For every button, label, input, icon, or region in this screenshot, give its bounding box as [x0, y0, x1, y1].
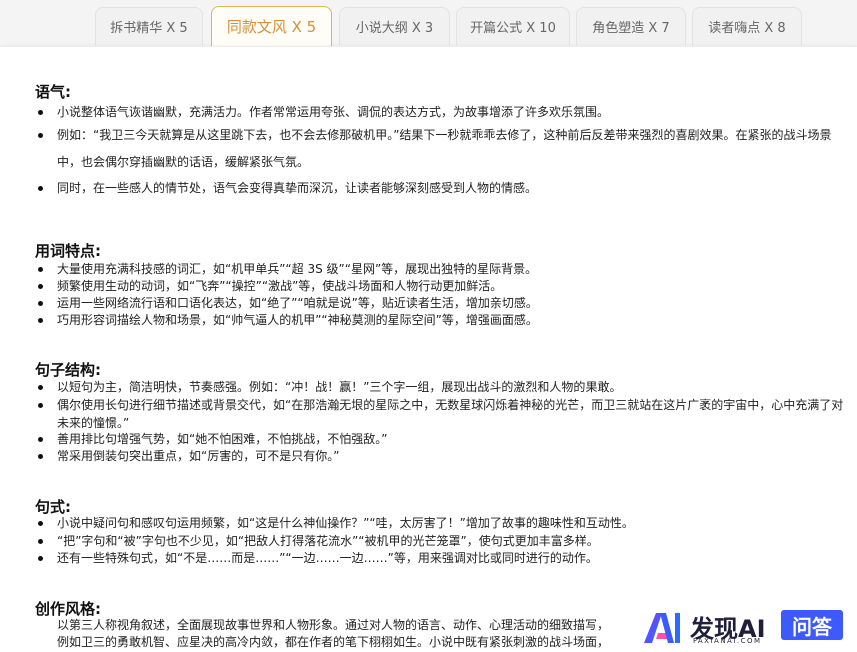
tab-opening-formula[interactable]: 开篇公式 X 10: [456, 7, 570, 45]
list-item: 同时，在一些感人的情节处，语气会变得真挚而深沉，让读者能够深刻感受到人物的情感。: [38, 179, 855, 197]
list-item: 常采用倒装句突出重点，如“厉害的，可不是只有你。”: [38, 447, 855, 465]
qa-badge: 问答: [781, 610, 843, 640]
brand-logo-icon: [644, 613, 680, 643]
tab-same-style[interactable]: 同款文风 X 5: [211, 6, 332, 46]
list-item: “把”字句和“被”字句也不少见，如“把敌人打得落花流水”“被机甲的光芒笼罩”，使…: [38, 532, 855, 550]
list-item: 善用排比句增强气势，如“她不怕困难，不怕挑战，不怕强敌。”: [38, 430, 855, 448]
list-item: 还有一些特殊句式，如“不是……而是……”“一边……一边……”等，用来强调对比或同…: [38, 549, 855, 567]
tab-label: 小说大纲 X 3: [355, 21, 434, 36]
section-title-sentence-structure: 句子结构:: [35, 361, 101, 379]
style-analysis-content: 语气: 小说整体语气诙谐幽默，充满活力。作者常常运用夸张、调侃的表达方式，为故事…: [0, 46, 857, 652]
list-item: 小说中疑问句和感叹句运用频繁，如“这是什么神仙操作？”“哇，太厉害了！”增加了故…: [38, 514, 855, 532]
section-title-word-choice: 用词特点:: [35, 242, 101, 260]
list-item: 例如卫三的勇敢机智、应星决的高冷内敛，都在作者的笔下栩栩如生。小说中既有紧张刺激…: [57, 633, 617, 651]
list-item: 小说整体语气诙谐幽默，充满活力。作者常常运用夸张、调侃的表达方式，为故事增添了许…: [38, 103, 855, 121]
tab-bar: 拆书精华 X 5 同款文风 X 5 小说大纲 X 3 开篇公式 X 10 角色塑…: [0, 0, 857, 46]
list-item: 运用一些网络流行语和口语化表达，如“绝了”“咱就是说”等，贴近读者生活，增加亲切…: [38, 294, 855, 312]
tab-label: 角色塑造 X 7: [592, 21, 670, 36]
tab-character-building[interactable]: 角色塑造 X 7: [576, 7, 686, 45]
tab-label: 读者嗨点 X 8: [708, 21, 786, 36]
list-item: 以短句为主，简洁明快，节奏感强。例如：“冲！战！赢！”三个字一组，展现出战斗的激…: [38, 378, 855, 396]
list-item: 以第三人称视角叙述，全面展现故事世界和人物形象。通过对人物的语言、动作、心理活动…: [57, 616, 617, 634]
tab-label: 同款文风 X 5: [226, 18, 317, 36]
tab-label: 开篇公式 X 10: [470, 21, 556, 36]
list-item: 频繁使用生动的动词，如“飞奔”“操控”“激战”等，使战斗场面和人物行动更加鲜活。: [38, 277, 855, 295]
section-title-tone: 语气:: [35, 83, 71, 101]
tab-label: 拆书精华 X 5: [110, 21, 188, 36]
tab-book-essence[interactable]: 拆书精华 X 5: [95, 7, 203, 45]
list-item: 巧用形容词描绘人物和场景，如“帅气逼人的机甲”“神秘莫测的星际空间”等，增强画面…: [38, 311, 855, 329]
list-item: 大量使用充满科技感的词汇，如“机甲单兵”“超 3S 级”“星网”等，展现出独特的…: [38, 260, 855, 278]
tab-reader-highlights[interactable]: 读者嗨点 X 8: [692, 7, 802, 45]
list-item: 偶尔使用长句进行细节描述或背景交代，如“在那浩瀚无垠的星际之中，无数星球闪烁着神…: [38, 396, 855, 432]
tab-novel-outline[interactable]: 小说大纲 X 3: [339, 7, 450, 45]
brand-domain: FAXIANAI.COM: [693, 637, 762, 645]
list-item: 例如：“我卫三今天就算是从这里跳下去，也不会去修那破机甲。”结果下一秒就乖乖去修…: [38, 122, 855, 176]
watermark: 发现AI FAXIANAI.COM 问答: [640, 605, 857, 651]
